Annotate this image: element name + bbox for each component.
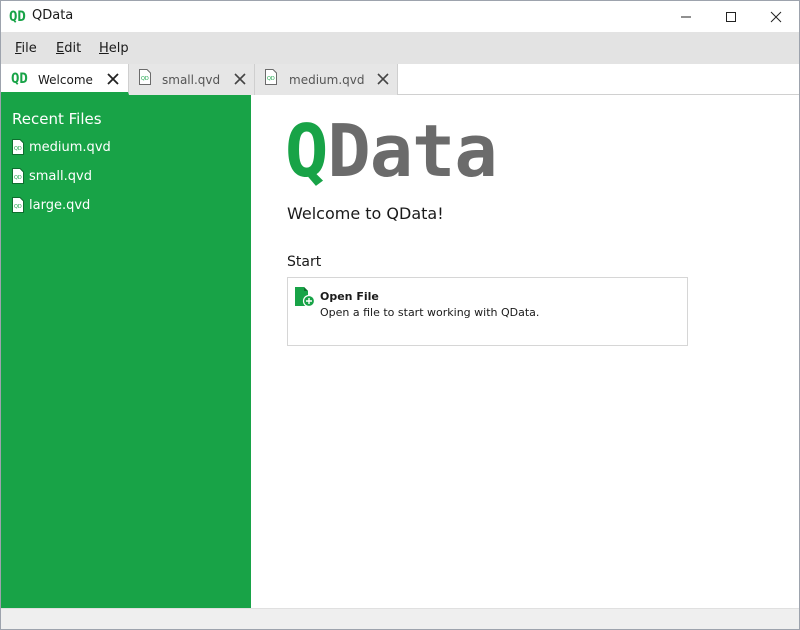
open-file-description: Open a file to start working with QData. bbox=[320, 306, 540, 319]
recent-file-item[interactable]: QD small.qvd bbox=[12, 167, 232, 189]
minimize-button[interactable] bbox=[663, 1, 709, 32]
welcome-message: Welcome to QData! bbox=[287, 204, 444, 223]
window-title: QData bbox=[32, 8, 74, 23]
qdata-logo: QData bbox=[285, 109, 498, 193]
menu-file[interactable]: File bbox=[15, 41, 37, 56]
svg-text:QD: QD bbox=[14, 204, 22, 210]
recent-files-sidebar: Recent Files QD medium.qvd QD small.qvd … bbox=[1, 95, 251, 608]
logo-q: Q bbox=[285, 109, 328, 193]
svg-text:QD: QD bbox=[11, 71, 28, 87]
recent-file-label: small.qvd bbox=[29, 169, 92, 184]
close-tab-icon[interactable] bbox=[233, 72, 247, 86]
svg-text:QD: QD bbox=[141, 76, 149, 82]
close-icon bbox=[770, 11, 782, 22]
app-window: QD QData File Edit Help QD Welcome QD sm… bbox=[0, 0, 800, 630]
maximize-icon bbox=[726, 11, 736, 22]
svg-text:QD: QD bbox=[14, 175, 22, 181]
qdata-logo-icon: QD bbox=[11, 71, 28, 87]
menu-edit-mnemonic: E bbox=[56, 41, 65, 56]
recent-file-item[interactable]: QD large.qvd bbox=[12, 196, 232, 218]
close-tab-icon[interactable] bbox=[106, 72, 120, 86]
qvd-file-icon: QD bbox=[12, 168, 24, 184]
maximize-button[interactable] bbox=[708, 1, 754, 32]
qvd-file-icon: QD bbox=[12, 139, 24, 155]
qvd-file-icon: QD bbox=[12, 197, 24, 213]
app-logo-icon: QD bbox=[9, 9, 26, 25]
menu-help-label: elp bbox=[108, 41, 129, 56]
open-file-title: Open File bbox=[320, 290, 379, 303]
svg-text:QD: QD bbox=[267, 76, 275, 82]
close-tab-icon[interactable] bbox=[376, 72, 390, 86]
tab-medium-label: medium.qvd bbox=[289, 73, 365, 87]
recent-files-heading: Recent Files bbox=[12, 110, 102, 128]
status-bar bbox=[1, 608, 799, 629]
recent-file-item[interactable]: QD medium.qvd bbox=[12, 138, 232, 160]
tab-bar: QD Welcome QD small.qvd QD medium.qvd bbox=[1, 64, 799, 95]
recent-file-label: medium.qvd bbox=[29, 140, 111, 155]
tab-small-qvd[interactable]: QD small.qvd bbox=[129, 64, 255, 95]
open-file-action[interactable]: Open File Open a file to start working w… bbox=[287, 277, 688, 346]
qvd-file-icon: QD bbox=[265, 69, 277, 85]
tab-welcome-label: Welcome bbox=[38, 73, 93, 87]
close-window-button[interactable] bbox=[753, 1, 799, 32]
welcome-page: QData Welcome to QData! Start Open File … bbox=[251, 95, 799, 608]
recent-file-label: large.qvd bbox=[29, 198, 91, 213]
menu-help-mnemonic: H bbox=[99, 41, 109, 56]
tab-small-label: small.qvd bbox=[162, 73, 221, 87]
minimize-icon bbox=[681, 16, 691, 17]
title-bar: QD QData bbox=[1, 1, 799, 32]
logo-data: Data bbox=[327, 109, 497, 193]
menu-help[interactable]: Help bbox=[99, 41, 129, 56]
menu-bar: File Edit Help bbox=[1, 32, 799, 64]
svg-text:QD: QD bbox=[9, 9, 26, 25]
tab-medium-qvd[interactable]: QD medium.qvd bbox=[255, 64, 398, 95]
svg-text:QD: QD bbox=[14, 146, 22, 152]
open-file-icon bbox=[295, 287, 316, 308]
menu-file-label: ile bbox=[21, 41, 37, 56]
start-heading: Start bbox=[287, 254, 322, 270]
tab-welcome[interactable]: QD Welcome bbox=[1, 64, 129, 95]
qvd-file-icon: QD bbox=[139, 69, 151, 85]
menu-edit[interactable]: Edit bbox=[56, 41, 81, 56]
menu-edit-label: dit bbox=[64, 41, 82, 56]
